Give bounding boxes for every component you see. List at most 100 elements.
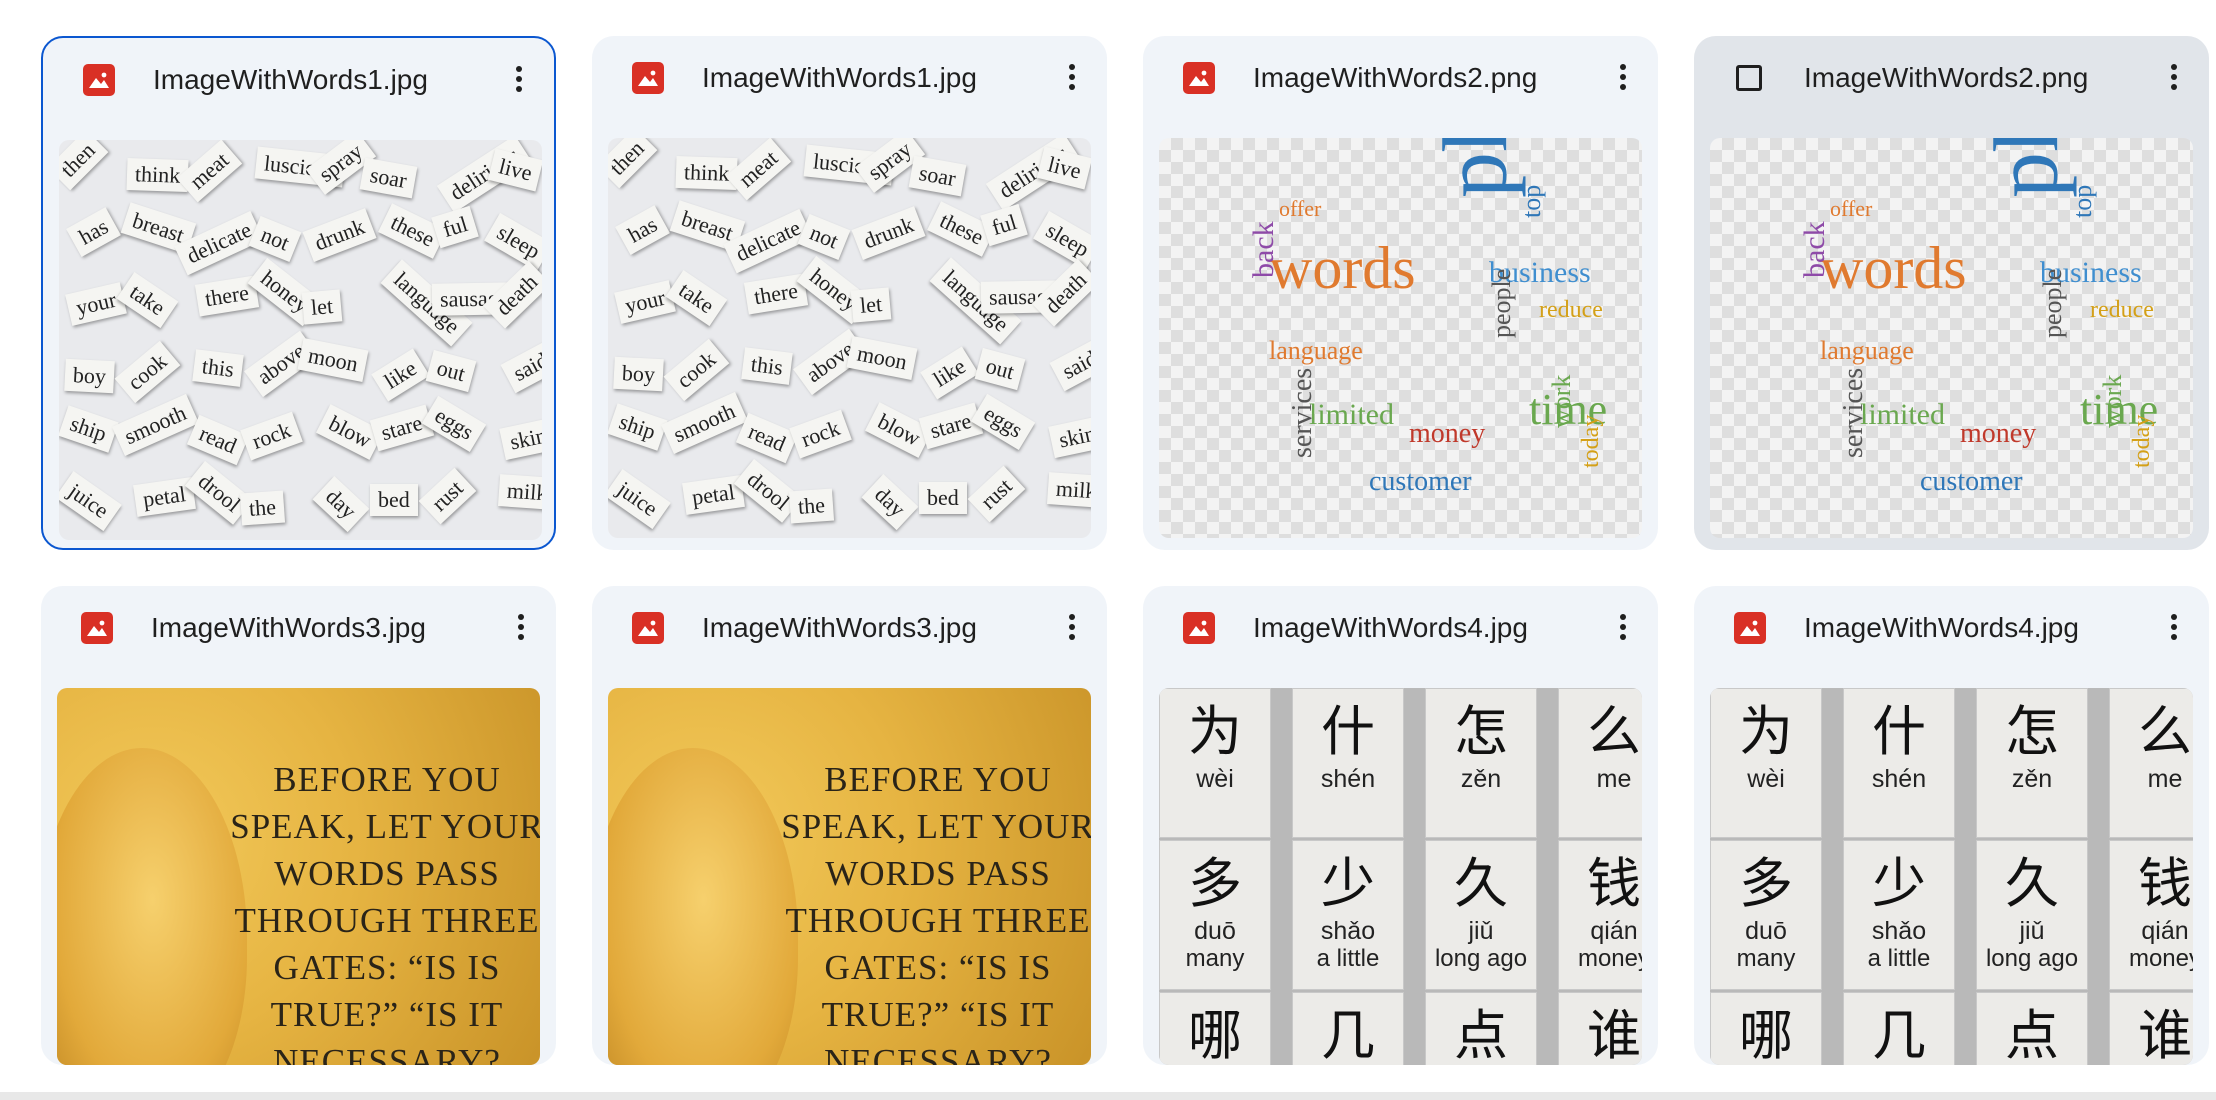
hanzi-character: 怎 <box>1454 700 1508 763</box>
magnet-word: ful <box>980 203 1029 247</box>
cloud-word: back <box>1247 221 1280 278</box>
cloud-word: money <box>1409 418 1486 449</box>
file-grid: ImageWithWords1.jpg then think meat luscious… <box>0 0 2216 1065</box>
file-thumbnail[interactable]: wordsphrasestimelanguagelimitedmoneycust… <box>1710 138 2193 538</box>
file-thumbnail[interactable]: 为 wèi 什 shén 怎 zěn 么 me 多 duō many 少 shǎo a little 久 ji… <box>1710 688 2193 1065</box>
cloud-word: services <box>1287 367 1318 458</box>
hanzi-character: 为 <box>1188 700 1242 763</box>
magnet-word: this <box>192 349 244 387</box>
file-card[interactable]: ImageWithWords4.jpg 为 wèi 什 shén 怎 zěn 么 me 多 duō m… <box>1143 586 1658 1065</box>
file-thumbnail[interactable]: then think meat luscious spray soar delirious l… <box>608 138 1091 538</box>
image-file-icon <box>81 612 113 644</box>
hanzi-character: 谁 <box>2138 1004 2192 1065</box>
file-card[interactable]: ImageWithWords3.jpg BEFORE YOU SPEAK, LET… <box>592 586 1107 1065</box>
more-vert-icon[interactable] <box>1614 610 1632 648</box>
more-vert-icon[interactable] <box>1063 60 1081 98</box>
hanzi-character: 久 <box>1454 852 1508 915</box>
character-tile: 久 jiǔ long ago <box>1425 840 1537 990</box>
file-name[interactable]: ImageWithWords2.png <box>1253 60 1537 96</box>
checkbox-icon[interactable] <box>1736 65 1762 91</box>
file-thumbnail[interactable]: then think meat luscious spray soar delirious l… <box>59 140 542 540</box>
magnet-word: rock <box>789 409 852 459</box>
file-card[interactable]: ImageWithWords4.jpg 为 wèi 什 shén 怎 zěn 么 me 多 duō m… <box>1694 586 2209 1065</box>
character-tile: 哪 <box>1710 992 1822 1065</box>
cloud-word: language <box>1820 336 1914 365</box>
more-vert-icon[interactable] <box>1063 610 1081 648</box>
hanzi-character: 多 <box>1188 852 1242 915</box>
character-tile: 什 shén <box>1292 688 1404 838</box>
buddha-face-image <box>608 748 798 1065</box>
more-vert-icon[interactable] <box>2165 60 2183 98</box>
file-card[interactable]: ImageWithWords1.jpg then think meat luscious… <box>592 36 1107 550</box>
image-file-icon <box>1183 62 1215 94</box>
file-name[interactable]: ImageWithWords1.jpg <box>702 60 977 96</box>
cloud-word: top <box>1517 184 1546 218</box>
file-name[interactable]: ImageWithWords1.jpg <box>153 62 428 98</box>
magnet-word: your <box>614 280 677 324</box>
file-thumbnail[interactable]: BEFORE YOU SPEAK, LET YOUR WORDS PASS TH… <box>608 688 1091 1065</box>
magnet-word: moon <box>297 337 369 383</box>
hanzi-character: 少 <box>1321 852 1375 915</box>
magnet-word: eggs <box>970 393 1036 451</box>
cloud-word: people <box>1487 268 1516 338</box>
english-label: long ago <box>1985 945 2079 972</box>
horizontal-scrollbar-track[interactable] <box>0 1092 2216 1100</box>
character-tile: 少 shǎo a little <box>1292 840 1404 990</box>
english-label: money <box>1577 945 1642 972</box>
hanzi-character: 么 <box>2138 700 2192 763</box>
character-tile: 怎 zěn <box>1425 688 1537 838</box>
hanzi-character: 怎 <box>2005 700 2059 763</box>
file-card[interactable]: ImageWithWords2.png wordsphrasestimelangu… <box>1143 36 1658 550</box>
magnet-word: drunk <box>302 207 377 263</box>
magnet-word: not <box>248 215 302 263</box>
file-card-header: ImageWithWords1.jpg <box>43 38 554 124</box>
quote-text: BEFORE YOU SPEAK, LET YOUR WORDS PASS TH… <box>230 760 540 1065</box>
character-tile: 几 <box>1843 992 1955 1065</box>
magnet-word: bed <box>370 484 418 516</box>
file-name[interactable]: ImageWithWords2.png <box>1804 60 2088 96</box>
file-card[interactable]: ImageWithWords3.jpg BEFORE YOU SPEAK, LET… <box>41 586 556 1065</box>
magnet-word: day <box>312 476 370 532</box>
magnet-word: juice <box>59 471 122 531</box>
english-label: many <box>1185 945 1245 972</box>
cloud-word: reduce <box>2090 297 2154 323</box>
file-card[interactable]: ImageWithWords2.pngwordsphrasestimelangu… <box>1694 36 2209 550</box>
magnet-word: rock <box>240 411 303 461</box>
magnet-word: soar <box>908 155 967 197</box>
file-card[interactable]: ImageWithWords1.jpg then think meat luscious… <box>41 36 556 550</box>
character-tile: 几 <box>1292 992 1404 1065</box>
more-vert-icon[interactable] <box>1614 60 1632 98</box>
file-thumbnail[interactable]: wordsphrasestimelanguagelimitedmoneycust… <box>1159 138 1642 538</box>
file-thumbnail[interactable]: BEFORE YOU SPEAK, LET YOUR WORDS PASS TH… <box>57 688 540 1065</box>
character-tile: 钱qiánmoney <box>1558 840 1642 990</box>
character-tile: 谁 <box>1558 992 1642 1065</box>
magnet-word: meat <box>725 138 792 201</box>
more-vert-icon[interactable] <box>512 610 530 648</box>
more-vert-icon[interactable] <box>2165 610 2183 648</box>
cloud-word: limited <box>1860 398 1945 431</box>
image-file-icon <box>83 64 115 96</box>
pinyin-label: wèi <box>1747 765 1785 793</box>
character-tile: 么 me <box>2109 688 2193 838</box>
more-vert-icon[interactable] <box>510 62 528 100</box>
file-name[interactable]: ImageWithWords3.jpg <box>151 610 426 646</box>
magnet-word: eggs <box>421 395 487 453</box>
file-name[interactable]: ImageWithWords4.jpg <box>1253 610 1528 646</box>
magnet-word: take <box>116 272 179 328</box>
file-name[interactable]: ImageWithWords3.jpg <box>702 610 977 646</box>
magnet-word: sleep <box>1033 210 1091 270</box>
pinyin-label: me <box>2147 765 2183 793</box>
hanzi-character: 么 <box>1587 700 1641 763</box>
quote-text: BEFORE YOU SPEAK, LET YOUR WORDS PASS TH… <box>781 760 1091 1065</box>
magnet-word: smooth <box>111 393 199 457</box>
hanzi-character: 什 <box>1872 700 1926 763</box>
magnet-word: milk <box>1046 472 1091 508</box>
pinyin-label: zěn <box>1460 765 1502 793</box>
magnet-word: read <box>735 412 798 464</box>
file-thumbnail[interactable]: 为 wèi 什 shén 怎 zěn 么 me 多 duō many 少 shǎo a little 久 ji… <box>1159 688 1642 1065</box>
pinyin-label: zěn <box>2011 765 2053 793</box>
hanzi-character: 久 <box>2005 852 2059 915</box>
pinyin-label: shǎo <box>1871 917 1927 945</box>
pinyin-label: me <box>1596 765 1632 793</box>
file-name[interactable]: ImageWithWords4.jpg <box>1804 610 2079 646</box>
